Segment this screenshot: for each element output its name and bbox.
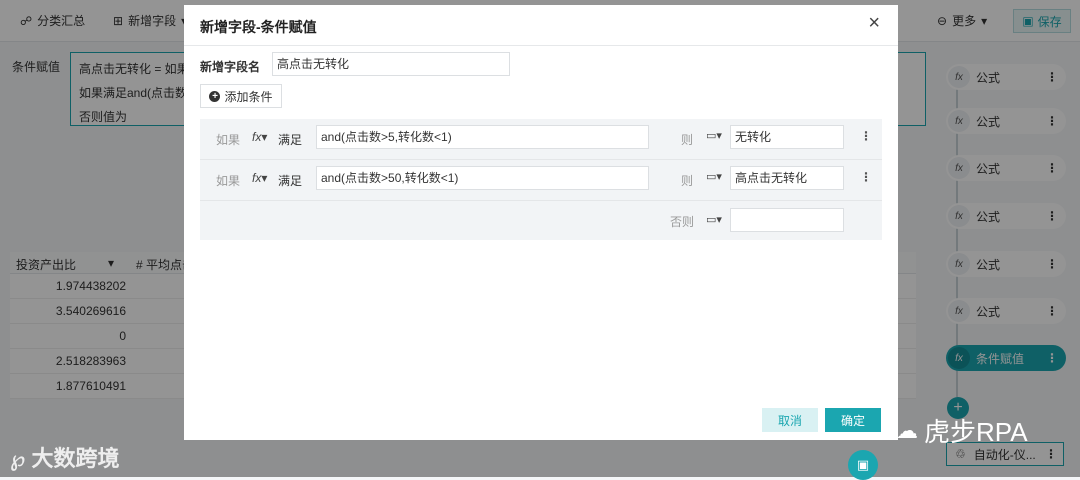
meet-label: 满足 — [278, 133, 303, 147]
add-condition-label: 添加条件 — [224, 89, 273, 104]
close-icon[interactable]: × — [868, 13, 880, 33]
conditions-area: 如果 fx▾ 满足 and(点击数>5,转化数<1) 则 ▭▾ 无转化 ⋮ 如果… — [200, 119, 882, 240]
row-divider — [200, 200, 882, 201]
fx-dropdown-icon[interactable]: fx▾ — [252, 171, 267, 185]
confirm-button[interactable]: 确定 — [825, 408, 881, 432]
value-type-icon[interactable]: ▭▾ — [706, 170, 722, 183]
condition-expression-input[interactable]: and(点击数>5,转化数<1) — [316, 125, 649, 149]
fx-dropdown-icon[interactable]: fx▾ — [252, 130, 267, 144]
field-name-input[interactable]: 高点击无转化 — [272, 52, 510, 76]
if-label: 如果 — [216, 174, 241, 188]
add-condition-button[interactable]: + 添加条件 — [200, 84, 282, 108]
else-value-input[interactable] — [730, 208, 844, 232]
field-name-label: 新增字段名 — [200, 60, 261, 74]
then-label: 则 — [681, 174, 694, 188]
condition-row: 如果 fx▾ 满足 and(点击数>5,转化数<1) 则 ▭▾ 无转化 ⋮ — [200, 119, 882, 159]
divider — [184, 45, 898, 46]
condition-value-input[interactable]: 无转化 — [730, 125, 844, 149]
condition-row: 如果 fx▾ 满足 and(点击数>50,转化数<1) 则 ▭▾ 高点击无转化 … — [200, 160, 882, 200]
watermark-left: ℘ 大数跨境 — [10, 441, 119, 473]
if-label: 如果 — [216, 133, 241, 147]
condition-value-input[interactable]: 高点击无转化 — [730, 166, 844, 190]
wechat-icon: ☁ — [896, 417, 918, 443]
meet-label: 满足 — [278, 174, 303, 188]
chat-icon[interactable]: ▣ — [848, 450, 878, 480]
watermark-right: ☁ 虎步RPA — [896, 412, 1028, 449]
cancel-button[interactable]: 取消 — [762, 408, 818, 432]
dialog-title: 新增字段-条件赋值 — [200, 19, 317, 35]
more-vertical-icon[interactable]: ⋮ — [860, 129, 872, 143]
else-label: 否则 — [670, 215, 695, 229]
condition-expression-input[interactable]: and(点击数>50,转化数<1) — [316, 166, 649, 190]
condition-assign-dialog: 新增字段-条件赋值 × 新增字段名 高点击无转化 + 添加条件 如果 fx▾ 满… — [184, 5, 898, 440]
more-vertical-icon[interactable]: ⋮ — [860, 170, 872, 184]
watermark-right-text: 虎步RPA — [924, 417, 1028, 447]
watermark-left-text: 大数跨境 — [31, 446, 120, 471]
plus-circle-icon: + — [209, 90, 221, 102]
then-label: 则 — [681, 133, 694, 147]
watermark-logo-icon: ℘ — [10, 446, 26, 471]
value-type-icon[interactable]: ▭▾ — [706, 213, 722, 226]
value-type-icon[interactable]: ▭▾ — [706, 129, 722, 142]
